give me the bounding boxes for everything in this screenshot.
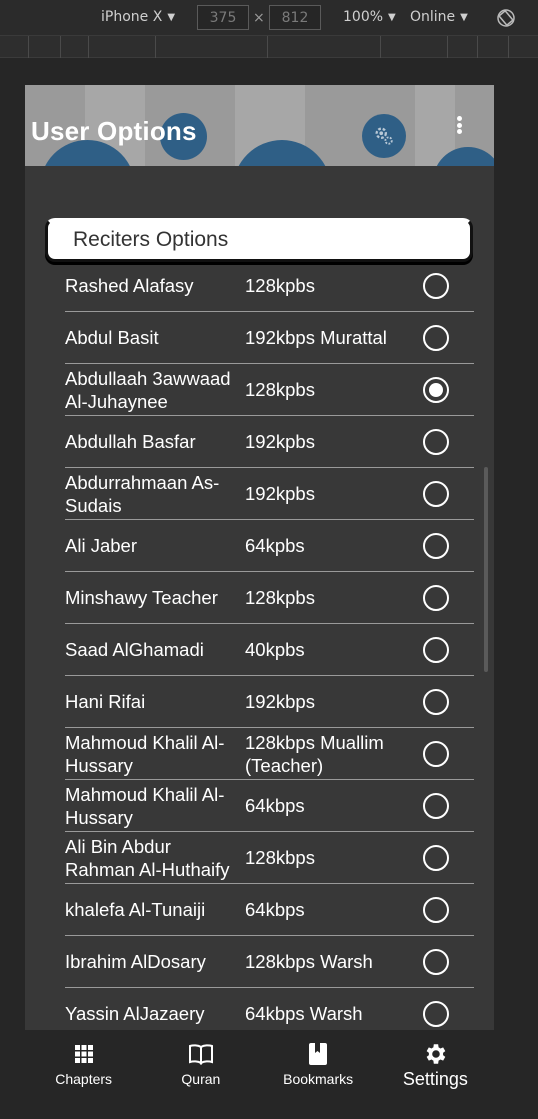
reciter-radio[interactable] (423, 793, 449, 819)
nav-bookmarks[interactable]: Bookmarks (260, 1030, 377, 1100)
reciter-name: Rashed Alafasy (65, 275, 194, 296)
reciter-name: khalefa Al-Tunaiji (65, 899, 206, 920)
phone-viewport: User Options Reciters Options Rashed Ala… (25, 85, 494, 1100)
reciter-name: Hani Rifai (65, 691, 146, 712)
nav-settings[interactable]: Settings (377, 1030, 494, 1100)
chevron-down-icon: ▼ (460, 11, 468, 23)
page-title: User Options (31, 116, 197, 146)
reciter-quality: 128kbps (245, 847, 315, 868)
reciter-name: Saad AlGhamadi (65, 639, 204, 660)
reciter-list: Rashed Alafasy 128kpbs Abdul Basit 192kbps … (65, 260, 474, 1040)
nav-chapters[interactable]: Chapters (25, 1030, 142, 1100)
gear-icon (422, 1042, 448, 1066)
reciter-radio[interactable] (423, 273, 449, 299)
device-select[interactable]: iPhone X ▼ (101, 9, 175, 25)
reciter-radio[interactable] (423, 585, 449, 611)
scrollbar[interactable] (484, 467, 488, 672)
reciter-radio[interactable] (423, 481, 449, 507)
reciter-name: Mahmoud Khalil Al-Hussary (65, 731, 225, 776)
reciter-quality: 64kbps (245, 899, 305, 920)
reciter-row[interactable]: Minshawy Teacher 128kpbs (65, 572, 474, 624)
reciter-name: Abdurrahmaan As-Sudais (65, 471, 220, 516)
network-select[interactable]: Online ▼ (410, 9, 468, 25)
reciter-name: Abdullah Basfar (65, 431, 196, 452)
device-label: iPhone X (101, 9, 163, 25)
reciter-quality: 128kbps Muallim (Teacher) (245, 731, 384, 776)
nav-bookmarks-label: Bookmarks (283, 1071, 354, 1087)
reciter-name: Abdul Basit (65, 327, 159, 348)
more-options-icon[interactable] (449, 113, 469, 137)
reciter-radio[interactable] (423, 845, 449, 871)
nav-settings-label: Settings (402, 1069, 468, 1089)
reciter-quality: 192kbps Murattal (245, 327, 387, 348)
reciter-radio[interactable] (423, 741, 449, 767)
section-title: Reciters Options (45, 218, 473, 262)
chevron-down-icon: ▼ (167, 11, 176, 23)
bottom-nav: Chapters Quran Bookmarks Settings (25, 1030, 494, 1100)
reciter-name: Ibrahim AlDosary (65, 951, 206, 972)
reciter-row[interactable]: Ali Bin Abdur Rahman Al-Huthaify 128kbps (65, 832, 474, 884)
reciter-row[interactable]: Mahmoud Khalil Al-Hussary 128kbps Muallim… (65, 728, 474, 780)
reciter-radio[interactable] (423, 689, 449, 715)
zoom-select[interactable]: 100% ▼ (343, 9, 396, 25)
reciter-row[interactable]: Saad AlGhamadi 40kpbs (65, 624, 474, 676)
reciter-row[interactable]: Rashed Alafasy 128kpbs (65, 260, 474, 312)
reciter-radio[interactable] (423, 533, 449, 559)
reciter-name: Abdullaah 3awwaad Al-Juhaynee (65, 367, 231, 412)
reciter-radio[interactable] (423, 949, 449, 975)
settings-gear-icon (362, 114, 406, 158)
reciter-quality: 40kpbs (245, 639, 305, 660)
reciter-row[interactable]: Hani Rifai 192kbps (65, 676, 474, 728)
reciter-radio[interactable] (423, 1001, 449, 1027)
reciter-quality: 64kpbs (245, 535, 305, 556)
reciter-quality: 64kbps Warsh (245, 1003, 363, 1024)
reciter-radio[interactable] (423, 897, 449, 923)
width-input[interactable]: 375 (197, 5, 249, 30)
header-banner: User Options (25, 85, 494, 166)
reciter-name: Mahmoud Khalil Al-Hussary (65, 783, 225, 828)
chevron-down-icon: ▼ (388, 11, 396, 23)
network-label: Online (410, 9, 456, 25)
reciter-quality: 192kpbs (245, 431, 315, 452)
reciter-row[interactable]: Abdullah Basfar 192kpbs (65, 416, 474, 468)
reciter-row[interactable]: Abdul Basit 192kbps Murattal (65, 312, 474, 364)
reciter-radio[interactable] (423, 637, 449, 663)
reciter-quality: 128kpbs (245, 275, 315, 296)
reciter-row[interactable]: Mahmoud Khalil Al-Hussary 64kbps (65, 780, 474, 832)
reciter-row[interactable]: khalefa Al-Tunaiji 64kbps (65, 884, 474, 936)
reciter-quality: 192kpbs (245, 483, 315, 504)
reciter-name: Yassin AlJazaery (65, 1003, 205, 1024)
devtools-device-toolbar: iPhone X ▼ 375 × 812 100% ▼ Online ▼ (0, 0, 538, 36)
reciter-radio[interactable] (423, 377, 449, 403)
reciter-name: Minshawy Teacher (65, 587, 218, 608)
reciter-radio[interactable] (423, 325, 449, 351)
zoom-label: 100% (343, 9, 384, 25)
reciter-radio[interactable] (423, 429, 449, 455)
height-input[interactable]: 812 (269, 5, 321, 30)
bookmark-book-icon (307, 1042, 329, 1066)
rotate-icon[interactable] (496, 8, 516, 28)
reciter-row[interactable]: Ali Jaber 64kpbs (65, 520, 474, 572)
reciter-quality: 192kbps (245, 691, 315, 712)
nav-quran-label: Quran (181, 1071, 221, 1087)
nav-quran[interactable]: Quran (142, 1030, 259, 1100)
reciter-quality: 128kpbs (245, 587, 315, 608)
reciter-row[interactable]: Abdullaah 3awwaad Al-Juhaynee 128kpbs (65, 364, 474, 416)
reciter-name: Ali Jaber (65, 535, 137, 556)
reciter-quality: 64kbps (245, 795, 305, 816)
reciter-name: Ali Bin Abdur Rahman Al-Huthaify (65, 835, 230, 880)
nav-chapters-label: Chapters (55, 1071, 113, 1087)
grid-icon (74, 1042, 94, 1066)
open-book-icon (188, 1042, 214, 1066)
reciter-row[interactable]: Abdurrahmaan As-Sudais 192kpbs (65, 468, 474, 520)
reciter-row[interactable]: Ibrahim AlDosary 128kbps Warsh (65, 936, 474, 988)
reciter-quality: 128kbps Warsh (245, 951, 373, 972)
media-query-ruler (0, 36, 538, 58)
reciter-quality: 128kpbs (245, 379, 315, 400)
times-icon: × (253, 10, 265, 26)
